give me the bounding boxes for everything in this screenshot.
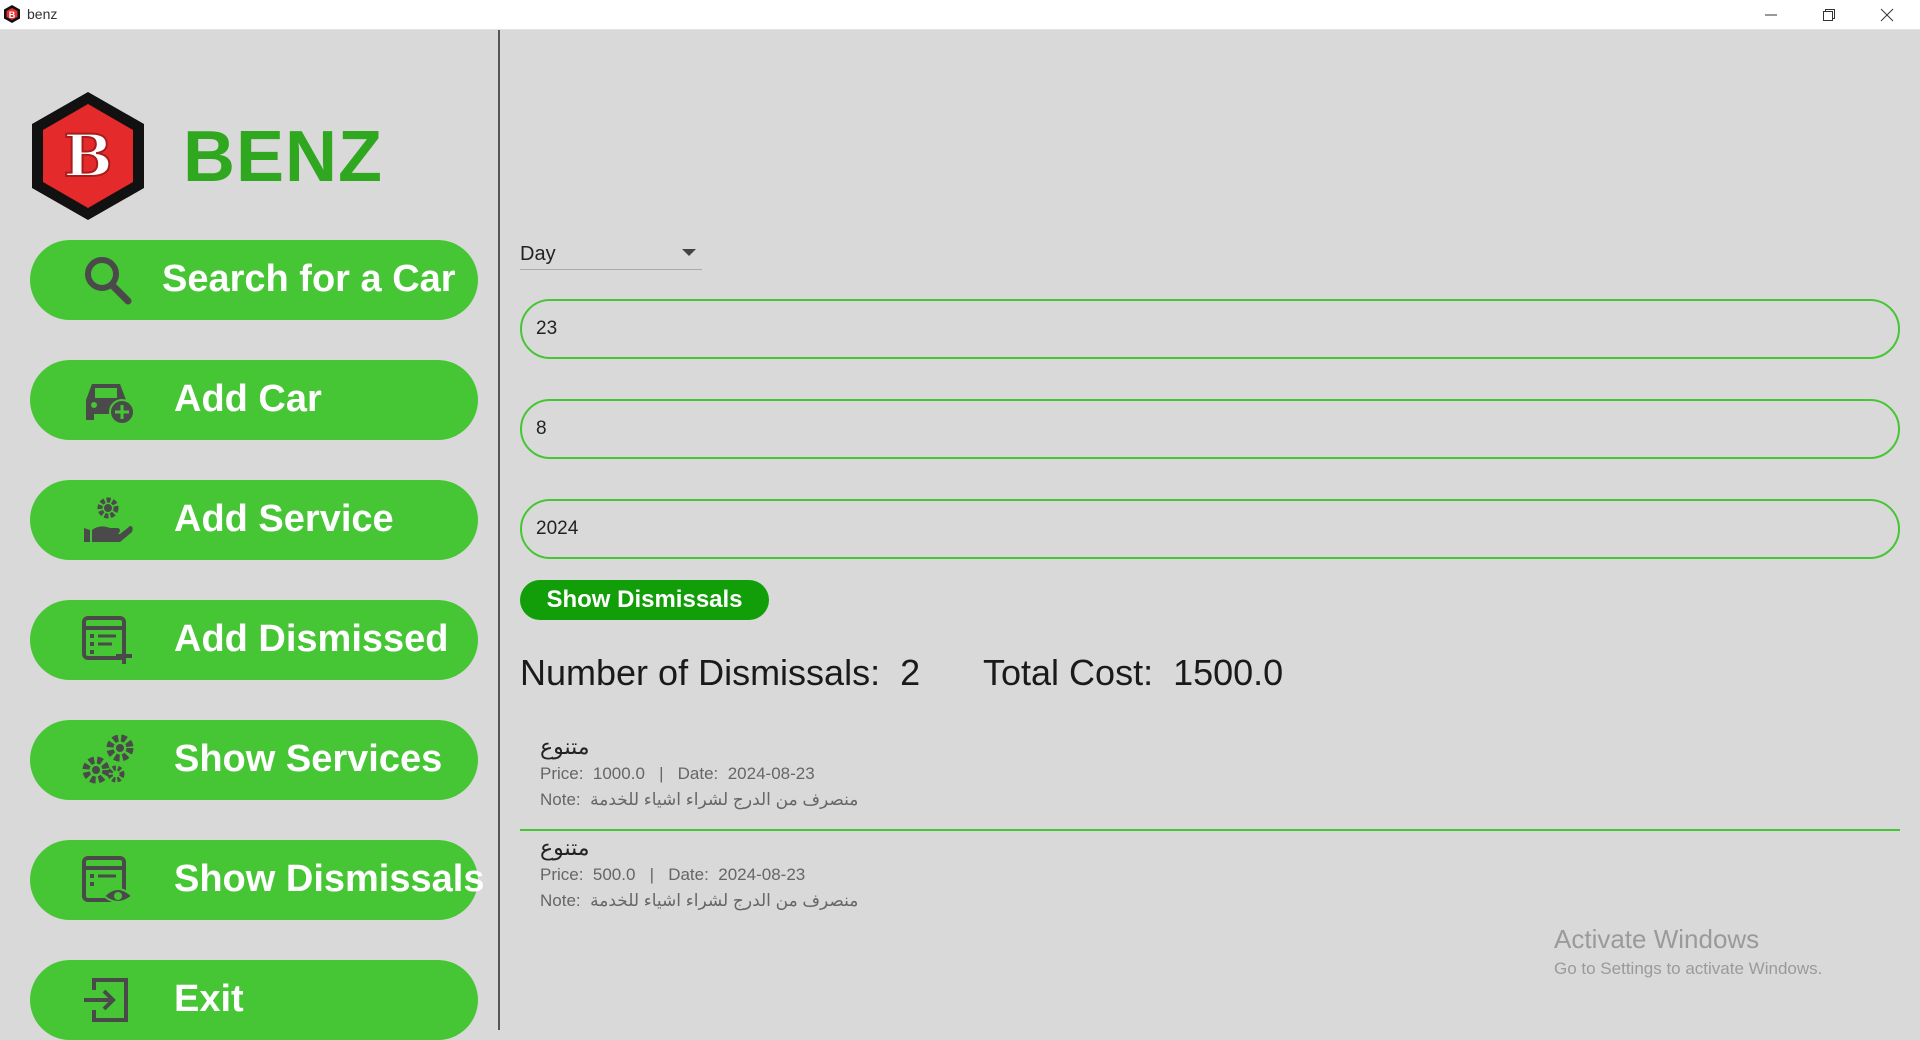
list-item[interactable]: متنوع Price: 500.0 | Date: 2024-08-23 No… bbox=[520, 831, 1900, 931]
list-eye-icon bbox=[82, 856, 134, 903]
record-name: متنوع bbox=[540, 835, 590, 860]
close-icon bbox=[1880, 8, 1894, 21]
title-bar: B benz bbox=[0, 0, 1920, 30]
main-panel: Day Show Dismissals Number of Dismissals… bbox=[500, 30, 1920, 1030]
add-service-button[interactable]: Add Service bbox=[30, 480, 478, 560]
exit-icon bbox=[84, 978, 128, 1022]
record-price-date: Price: 1000.0 | Date: 2024-08-23 bbox=[540, 764, 815, 783]
minimize-icon bbox=[1765, 14, 1777, 15]
restore-button[interactable] bbox=[1800, 0, 1858, 29]
nav-label: Show Dismissals bbox=[174, 858, 485, 900]
add-dismissed-button[interactable]: Add Dismissed bbox=[30, 600, 478, 680]
nav-label: Exit bbox=[174, 978, 244, 1020]
activation-watermark-subtitle: Go to Settings to activate Windows. bbox=[1554, 959, 1823, 978]
month-input[interactable] bbox=[520, 399, 1900, 459]
record-note: Note: منصرف من الدرج لشراء اشياء للخدمة bbox=[540, 891, 859, 910]
list-item[interactable]: متنوع Price: 1000.0 | Date: 2024-08-23 N… bbox=[520, 730, 1900, 830]
record-note: Note: منصرف من الدرج لشراء اشياء للخدمة bbox=[540, 790, 859, 809]
total-cost: Total Cost: 1500.0 bbox=[983, 652, 1284, 693]
show-dismissals-button[interactable]: Show Dismissals bbox=[520, 580, 769, 620]
search-car-button[interactable]: Search for a Car bbox=[30, 240, 478, 320]
app-icon: B bbox=[4, 5, 20, 23]
record-price-date: Price: 500.0 | Date: 2024-08-23 bbox=[540, 865, 806, 884]
hand-gear-icon bbox=[84, 497, 133, 542]
nav-label: Add Service bbox=[174, 498, 394, 540]
add-car-button[interactable]: Add Car bbox=[30, 360, 478, 440]
nav-label: Add Dismissed bbox=[174, 618, 449, 660]
exit-button[interactable]: Exit bbox=[30, 960, 478, 1040]
year-input[interactable] bbox=[520, 499, 1900, 559]
show-services-button[interactable]: Show Services bbox=[30, 720, 478, 800]
search-icon bbox=[85, 257, 132, 305]
sidebar: B BENZ Search for a Car Add Car Add Serv… bbox=[0, 30, 498, 1040]
period-select-value: Day bbox=[520, 243, 556, 265]
chevron-down-icon bbox=[682, 249, 696, 256]
logo: B bbox=[32, 92, 144, 220]
svg-text:B: B bbox=[9, 10, 16, 20]
restore-icon bbox=[1823, 8, 1835, 21]
nav-label: Add Car bbox=[174, 378, 322, 420]
close-button[interactable] bbox=[1858, 0, 1916, 29]
nav-label: Show Services bbox=[174, 738, 443, 780]
record-name: متنوع bbox=[540, 734, 590, 759]
activation-watermark-title: Activate Windows bbox=[1554, 924, 1760, 954]
dismissals-count: Number of Dismissals: 2 bbox=[520, 652, 921, 693]
window-title: benz bbox=[27, 6, 58, 22]
car-add-icon bbox=[86, 384, 135, 425]
gears-icon bbox=[82, 734, 134, 784]
minimize-button[interactable] bbox=[1742, 0, 1800, 29]
day-input[interactable] bbox=[520, 299, 1900, 359]
period-select[interactable]: Day bbox=[520, 235, 702, 270]
show-dismissals-nav-button[interactable]: Show Dismissals bbox=[30, 840, 484, 920]
brand-name: BENZ bbox=[183, 117, 383, 197]
nav-label: Search for a Car bbox=[162, 258, 456, 300]
list-add-icon bbox=[82, 616, 132, 664]
svg-text:B: B bbox=[63, 122, 112, 190]
